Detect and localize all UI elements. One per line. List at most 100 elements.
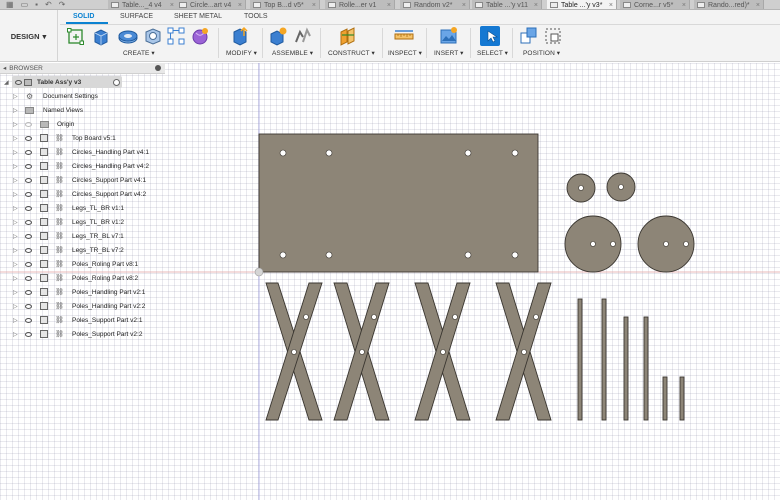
expand-arrow-icon[interactable]: ▷ — [13, 289, 18, 296]
document-tab[interactable]: Table ...'y v3* × — [547, 0, 617, 9]
visibility-eye-icon[interactable] — [25, 233, 32, 239]
expand-arrow-icon[interactable]: ▷ — [13, 149, 18, 156]
tree-item-component[interactable]: ▷ ⛓ Legs_TR_BL v7:2 — [0, 243, 170, 257]
visibility-eye-icon[interactable] — [25, 121, 32, 127]
document-tab[interactable]: Rando...red)* × — [694, 0, 764, 9]
align-icon[interactable] — [519, 26, 539, 46]
tree-item-component[interactable]: ▷ ⛓ Circles_Support Part v4:2 — [0, 187, 170, 201]
visibility-eye-icon[interactable] — [25, 317, 32, 323]
visibility-eye-icon[interactable] — [15, 79, 22, 85]
close-icon[interactable]: × — [756, 2, 763, 9]
visibility-eye-icon[interactable] — [25, 219, 32, 225]
close-icon[interactable]: × — [682, 2, 689, 9]
document-tab[interactable]: Rolle...er v1 × — [325, 0, 395, 9]
create-form-icon[interactable] — [190, 26, 210, 46]
pattern-icon[interactable] — [166, 26, 186, 46]
expand-arrow-icon[interactable]: ▷ — [13, 205, 18, 212]
workspace-switcher-button[interactable]: DESIGN ▾ — [0, 10, 58, 62]
tree-item-component[interactable]: ▷ ⛓ Legs_TR_BL v7:1 — [0, 229, 170, 243]
assemble-menu[interactable]: ASSEMBLE ▾ — [272, 49, 313, 57]
position-menu[interactable]: POSITION ▾ — [523, 49, 560, 57]
insert-image-icon[interactable] — [439, 26, 459, 46]
document-tab[interactable]: Corne...r v5* × — [620, 0, 690, 9]
expand-arrow-icon[interactable]: ▷ — [13, 247, 18, 254]
create-menu[interactable]: CREATE ▾ — [123, 49, 155, 57]
tree-item-component[interactable]: ▷ ⛓ Circles_Handling Part v4:2 — [0, 159, 170, 173]
visibility-eye-icon[interactable] — [25, 247, 32, 253]
select-menu[interactable]: SELECT ▾ — [477, 49, 508, 57]
visibility-eye-icon[interactable] — [25, 135, 32, 141]
press-pull-icon[interactable] — [229, 26, 249, 46]
visibility-eye-icon[interactable] — [25, 289, 32, 295]
expand-arrow-icon[interactable]: ▷ — [13, 331, 18, 338]
expand-arrow-icon[interactable]: ▷ — [13, 317, 18, 324]
activate-radio-icon[interactable] — [113, 78, 120, 86]
visibility-eye-icon[interactable] — [25, 149, 32, 155]
expand-arrow-icon[interactable]: ▷ — [13, 93, 18, 100]
close-icon[interactable]: × — [609, 2, 616, 9]
visibility-eye-icon[interactable] — [25, 205, 32, 211]
tab-sheet-metal[interactable]: SHEET METAL — [174, 13, 222, 20]
visibility-eye-icon[interactable] — [25, 303, 32, 309]
tree-item-component[interactable]: ▷ ⛓ Circles_Support Part v4:1 — [0, 173, 170, 187]
close-icon[interactable]: × — [462, 2, 469, 9]
expand-arrow-icon[interactable]: ▷ — [13, 275, 18, 282]
modify-menu[interactable]: MODIFY ▾ — [226, 49, 257, 57]
document-tab[interactable]: Circle...art v4 × — [176, 0, 246, 9]
close-icon[interactable]: × — [534, 2, 541, 9]
construct-menu[interactable]: CONSTRUCT ▾ — [328, 49, 375, 57]
expand-arrow-icon[interactable]: ▷ — [13, 261, 18, 268]
inspect-menu[interactable]: INSPECT ▾ — [388, 49, 422, 57]
insert-menu[interactable]: INSERT ▾ — [434, 49, 463, 57]
close-icon[interactable]: × — [387, 2, 394, 9]
tree-item-component[interactable]: ▷ ⛓ Poles_Support Part v2:1 — [0, 313, 170, 327]
expand-arrow-icon[interactable]: ▷ — [13, 121, 18, 128]
tree-item-component[interactable]: ▷ ⛓ Circles_Handling Part v4:1 — [0, 145, 170, 159]
tree-item-document-settings[interactable]: ▷ ⚙ Document Settings — [0, 89, 170, 103]
expand-arrow-icon[interactable]: ▷ — [13, 233, 18, 240]
expand-arrow-icon[interactable]: ▷ — [13, 191, 18, 198]
close-icon[interactable]: × — [312, 2, 319, 9]
joint-icon[interactable] — [292, 26, 312, 46]
tab-solid[interactable]: SOLID — [73, 13, 94, 20]
browser-panel-header[interactable]: ◂ BROWSER — [0, 63, 165, 74]
capture-position-icon[interactable] — [543, 26, 563, 46]
expand-arrow-icon[interactable]: ▷ — [13, 219, 18, 226]
visibility-eye-icon[interactable] — [25, 275, 32, 281]
tree-item-component[interactable]: ▷ ⛓ Poles_Roling Part v8:1 — [0, 257, 170, 271]
measure-icon[interactable] — [394, 26, 414, 46]
tree-item-component[interactable]: ▷ ⛓ Poles_Roling Part v8:2 — [0, 271, 170, 285]
offset-plane-icon[interactable] — [338, 26, 358, 46]
visibility-eye-icon[interactable] — [25, 163, 32, 169]
grid-menu-icon[interactable]: ▦ — [6, 0, 14, 9]
minimize-panel-icon[interactable] — [155, 65, 161, 71]
visibility-eye-icon[interactable] — [25, 331, 32, 337]
document-tab[interactable]: Table ...'y v11 × — [472, 0, 542, 9]
expand-arrow-icon[interactable]: ▷ — [13, 135, 18, 142]
undo-icon[interactable]: ↶ — [45, 0, 52, 9]
tree-item-component[interactable]: ▷ ⛓ Poles_Handling Part v2:1 — [0, 285, 170, 299]
visibility-eye-icon[interactable] — [25, 261, 32, 267]
redo-icon[interactable]: ↷ — [59, 0, 66, 9]
expand-arrow-icon[interactable]: ▷ — [13, 163, 18, 170]
revolve-icon[interactable] — [117, 26, 138, 46]
tree-item-named-views[interactable]: ▷ Named Views — [0, 103, 170, 117]
tree-item-component[interactable]: ▷ ⛓ Poles_Support Part v2:2 — [0, 327, 170, 341]
select-icon[interactable] — [480, 26, 500, 46]
new-component-icon[interactable] — [268, 26, 288, 46]
tab-tools[interactable]: TOOLS — [244, 13, 268, 20]
expand-arrow-icon[interactable]: ▷ — [13, 303, 18, 310]
document-tab[interactable]: Random v2* × — [400, 0, 470, 9]
tab-surface[interactable]: SURFACE — [120, 13, 153, 20]
expand-arrow-icon[interactable]: ◢ — [4, 79, 9, 86]
tree-item-component[interactable]: ▷ ⛓ Poles_Handling Part v2:2 — [0, 299, 170, 313]
save-icon[interactable]: ▪ — [35, 0, 38, 9]
tree-item-component[interactable]: ▷ ⛓ Top Board v5:1 — [0, 131, 170, 145]
file-icon[interactable]: ▭ — [21, 0, 29, 9]
tree-item-component[interactable]: ▷ ⛓ Legs_TL_BR v1:2 — [0, 215, 170, 229]
expand-arrow-icon[interactable]: ▷ — [13, 177, 18, 184]
create-sketch-icon[interactable] — [66, 26, 86, 46]
document-tab[interactable]: Table..._4 v4 × — [108, 0, 178, 9]
expand-arrow-icon[interactable]: ▷ — [13, 107, 18, 114]
visibility-eye-icon[interactable] — [25, 177, 32, 183]
